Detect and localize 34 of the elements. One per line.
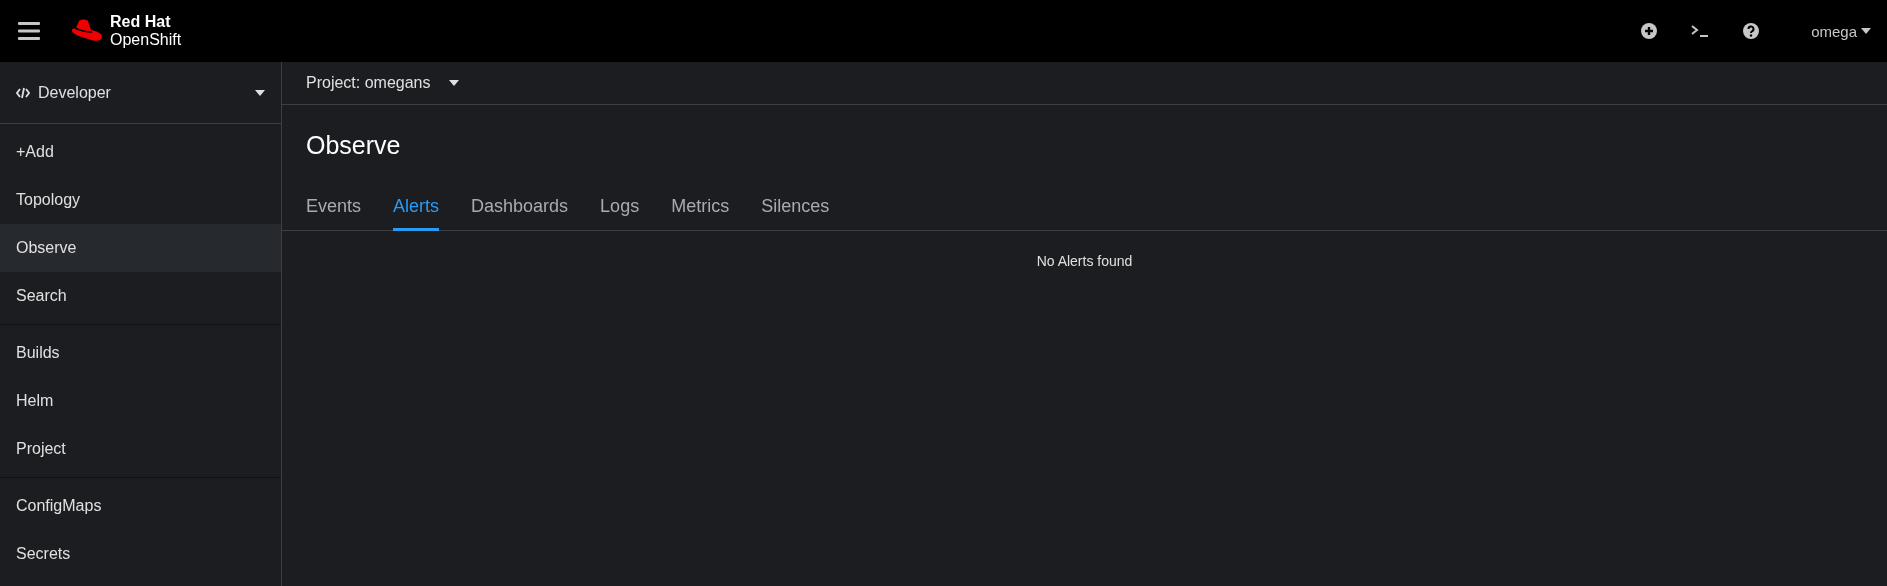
tab[interactable]: Metrics [671, 182, 730, 231]
tab[interactable]: Alerts [393, 182, 440, 231]
nav-item[interactable]: +Add [0, 128, 281, 176]
nav-item[interactable]: Secrets [0, 530, 281, 578]
tab[interactable]: Events [306, 182, 362, 231]
nav-item[interactable]: Topology [0, 176, 281, 224]
hat-icon [70, 19, 104, 43]
caret-icon [255, 89, 265, 96]
tab[interactable]: Dashboards [471, 182, 569, 231]
nav-item[interactable]: Helm [0, 377, 281, 425]
menu-button[interactable] [16, 20, 42, 42]
page-title: Observe [305, 130, 402, 161]
nav-item[interactable]: Builds [0, 329, 281, 377]
user-menu[interactable]: omega [1811, 22, 1871, 40]
nav-item[interactable]: Project [0, 425, 281, 473]
plus-circle-icon [1641, 23, 1658, 39]
help-button[interactable] [1741, 21, 1762, 41]
tab[interactable]: Silences [761, 182, 830, 231]
code-icon [16, 86, 30, 99]
product-name: OpenShift [110, 31, 182, 49]
perspective-switcher[interactable]: Developer [0, 62, 281, 124]
project-selector[interactable]: Project: omegans [306, 74, 459, 92]
caret-icon [1861, 28, 1871, 34]
caret-icon [448, 80, 459, 86]
help-icon [1743, 23, 1760, 39]
terminal-icon [1691, 25, 1710, 37]
empty-message: No Alerts found [1036, 253, 1133, 269]
nav-item[interactable]: ConfigMaps [0, 482, 281, 530]
tab[interactable]: Logs [600, 182, 640, 231]
brand-name: Red Hat [110, 13, 172, 31]
nav-item[interactable]: Search [0, 272, 281, 320]
menu-icon [18, 22, 40, 40]
add-button[interactable] [1639, 21, 1660, 41]
nav-item[interactable]: Observe [0, 224, 281, 272]
